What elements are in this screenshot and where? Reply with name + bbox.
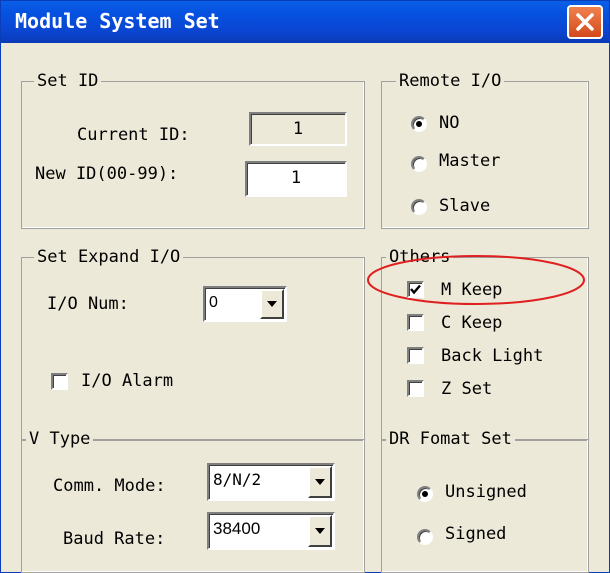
comm-mode-select[interactable]: 8/N/2 <box>207 463 335 501</box>
chevron-down-icon <box>315 479 325 485</box>
new-id-label: New ID(00-99): <box>35 164 179 184</box>
baud-rate-select[interactable]: 38400 <box>207 512 335 550</box>
remote-io-master-label: Master <box>439 151 501 171</box>
comm-mode-value: 8/N/2 <box>213 470 262 489</box>
radio-slave[interactable] <box>411 199 427 215</box>
set-id-group: Set ID <box>21 70 365 229</box>
io-num-dropdown-button[interactable] <box>260 289 284 319</box>
expand-io-group-label: Set Expand I/O <box>34 246 184 268</box>
module-system-set-dialog: Module System Set Set ID Current ID: 1 N… <box>0 0 610 573</box>
current-id-field: 1 <box>249 112 347 146</box>
comm-mode-label: Comm. Mode: <box>53 476 166 496</box>
io-num-label: I/O Num: <box>47 294 129 314</box>
m-keep-checkbox[interactable] <box>407 281 424 298</box>
back-light-checkbox[interactable] <box>407 347 424 364</box>
window-title: Module System Set <box>15 9 220 33</box>
title-bar[interactable]: Module System Set <box>1 1 609 43</box>
z-set-label: Z Set <box>441 379 493 399</box>
c-keep-checkbox[interactable] <box>407 314 424 331</box>
chevron-down-icon <box>315 528 325 534</box>
dr-format-group: DR Fomat Set <box>381 428 589 573</box>
v-type-group-label: V Type <box>26 428 94 450</box>
baud-rate-value: 38400 <box>213 519 261 538</box>
signed-label: Signed <box>445 524 507 544</box>
back-light-label: Back Light <box>441 346 544 366</box>
unsigned-label: Unsigned <box>445 482 527 502</box>
z-set-checkbox[interactable] <box>407 380 424 397</box>
comm-mode-dropdown-button[interactable] <box>308 466 332 498</box>
current-id-label: Current ID: <box>77 125 190 145</box>
close-icon <box>576 13 594 31</box>
remote-io-no-label: NO <box>439 113 460 133</box>
set-id-group-label: Set ID <box>34 70 102 92</box>
m-keep-label: M Keep <box>441 280 503 300</box>
dr-format-group-label: DR Fomat Set <box>386 428 515 450</box>
chevron-down-icon <box>267 301 277 307</box>
io-alarm-checkbox[interactable] <box>51 373 68 390</box>
radio-signed[interactable] <box>417 529 433 545</box>
close-button[interactable] <box>567 5 603 39</box>
v-type-group: V Type <box>21 428 365 573</box>
c-keep-label: C Keep <box>441 313 503 333</box>
baud-rate-label: Baud Rate: <box>63 529 166 549</box>
remote-io-group-label: Remote I/O <box>396 70 505 92</box>
io-alarm-label: I/O Alarm <box>81 371 174 391</box>
radio-master[interactable] <box>411 156 427 172</box>
dialog-body: Set ID Current ID: 1 New ID(00-99): 1 Re… <box>1 43 609 573</box>
io-num-select[interactable]: 0 <box>203 286 287 322</box>
io-num-value: 0 <box>209 294 218 311</box>
expand-io-group: Set Expand I/O <box>21 246 365 441</box>
baud-rate-dropdown-button[interactable] <box>308 515 332 547</box>
check-icon <box>410 284 421 295</box>
new-id-input[interactable]: 1 <box>245 161 347 197</box>
radio-unsigned[interactable] <box>417 486 433 502</box>
remote-io-slave-label: Slave <box>439 196 491 216</box>
radio-no[interactable] <box>411 116 427 132</box>
